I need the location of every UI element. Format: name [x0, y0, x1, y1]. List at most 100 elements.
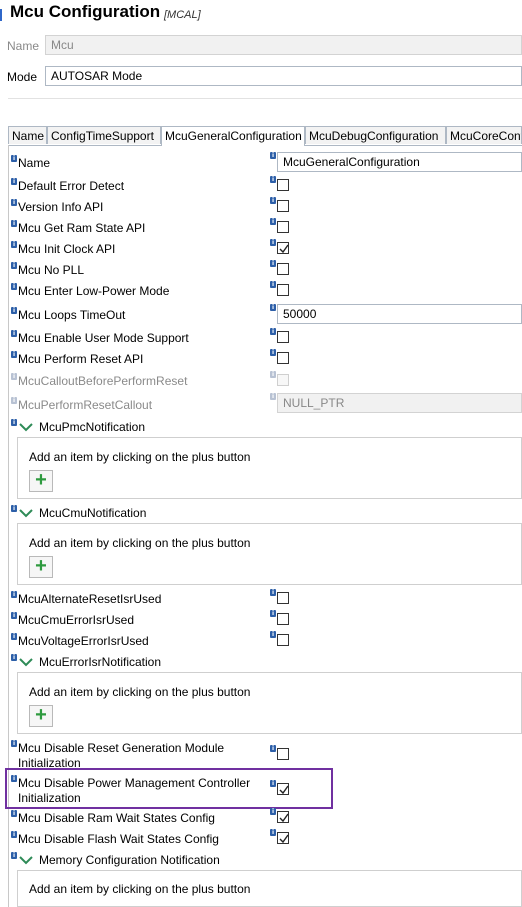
name-label: Name [7, 39, 40, 53]
title-marker [0, 9, 2, 21]
error-isr-notification-label: McuErrorIsrNotification [39, 655, 162, 669]
init-clock-api-checkbox[interactable] [277, 242, 289, 254]
info-icon[interactable]: i [11, 591, 17, 598]
info-icon[interactable]: i [11, 241, 17, 248]
checkmark-icon [279, 813, 289, 823]
info-icon: i [270, 371, 276, 378]
voltage-error-isr-used-checkbox[interactable] [277, 634, 289, 646]
chevron-down-icon[interactable] [19, 508, 33, 518]
cmu-notification-hint: Add an item by clicking on the plus butt… [29, 536, 251, 550]
version-info-api-checkbox[interactable] [277, 200, 289, 212]
info-icon[interactable]: i [270, 197, 276, 204]
info-icon[interactable]: i [270, 610, 276, 617]
info-icon[interactable]: i [11, 612, 17, 619]
form-name-field[interactable]: McuGeneralConfiguration [277, 152, 522, 172]
separator [8, 98, 522, 99]
cmu-error-isr-used-checkbox[interactable] [277, 613, 289, 625]
name-field: Mcu [45, 35, 522, 55]
form-name-label: Name [18, 156, 51, 170]
info-icon: i [270, 393, 276, 400]
info-icon[interactable]: i [11, 351, 17, 358]
enter-low-power-mode-checkbox[interactable] [277, 284, 289, 296]
disable-reset-generation-label-line1: Mcu Disable Reset Generation Module [18, 741, 225, 755]
info-icon: i [11, 397, 17, 404]
info-icon[interactable]: i [270, 349, 276, 356]
default-error-detect-label: Default Error Detect [18, 179, 125, 193]
get-ram-state-api-checkbox[interactable] [277, 221, 289, 233]
info-icon[interactable]: i [11, 283, 17, 290]
disable-flash-wait-states-checkbox[interactable] [277, 832, 289, 844]
default-error-detect-checkbox[interactable] [277, 179, 289, 191]
cmu-notification-label: McuCmuNotification [39, 506, 147, 520]
cmu-notification-add-button[interactable]: + [29, 556, 53, 578]
callout-before-perform-reset-label: McuCalloutBeforePerformReset [18, 374, 188, 388]
info-icon[interactable]: i [11, 633, 17, 640]
alternate-reset-isr-used-checkbox[interactable] [277, 592, 289, 604]
info-icon[interactable]: i [270, 218, 276, 225]
info-icon[interactable]: i [11, 199, 17, 206]
perform-reset-api-checkbox[interactable] [277, 352, 289, 364]
no-pll-checkbox[interactable] [277, 263, 289, 275]
info-icon[interactable]: i [11, 307, 17, 314]
info-icon[interactable]: i [270, 829, 276, 836]
info-icon[interactable]: i [11, 419, 17, 426]
alternate-reset-isr-used-label: McuAlternateResetIsrUsed [18, 592, 162, 606]
pmc-notification-hint: Add an item by clicking on the plus butt… [29, 450, 251, 464]
info-icon[interactable]: i [270, 808, 276, 815]
error-isr-notification-hint: Add an item by clicking on the plus butt… [29, 685, 251, 699]
enter-low-power-mode-label: Mcu Enter Low-Power Mode [18, 284, 170, 298]
error-isr-notification-add-button[interactable]: + [29, 705, 53, 727]
perform-reset-callout-label: McuPerformResetCallout [18, 398, 153, 412]
chevron-down-icon[interactable] [19, 422, 33, 432]
loops-timeout-field[interactable]: 50000 [277, 304, 522, 324]
info-icon[interactable]: i [11, 831, 17, 838]
info-icon[interactable]: i [11, 262, 17, 269]
info-icon[interactable]: i [11, 740, 17, 747]
info-icon[interactable]: i [11, 178, 17, 185]
info-icon[interactable]: i [270, 589, 276, 596]
info-icon[interactable]: i [270, 631, 276, 638]
checkmark-icon [279, 834, 289, 844]
info-icon[interactable]: i [11, 654, 17, 661]
get-ram-state-api-label: Mcu Get Ram State API [18, 221, 146, 235]
info-icon[interactable]: i [11, 505, 17, 512]
memory-configuration-notification-list: Add an item by clicking on the plus butt… [17, 870, 522, 907]
info-icon[interactable]: i [270, 281, 276, 288]
info-icon[interactable]: i [270, 304, 276, 311]
pmc-notification-list: Add an item by clicking on the plus butt… [17, 437, 522, 499]
callout-before-perform-reset-checkbox [277, 374, 289, 386]
info-icon[interactable]: i [11, 810, 17, 817]
tab-bar: Name ConfigTimeSupport McuGeneralConfigu… [8, 126, 522, 146]
cmu-notification-list: Add an item by clicking on the plus butt… [17, 523, 522, 585]
page-title: Mcu Configuration [10, 2, 161, 21]
error-isr-notification-list: Add an item by clicking on the plus butt… [17, 672, 522, 734]
info-icon[interactable]: i [270, 328, 276, 335]
info-icon[interactable]: i [270, 152, 276, 159]
info-icon[interactable]: i [11, 155, 17, 162]
version-info-api-label: Version Info API [18, 200, 104, 214]
tab-mcu-debug-configuration[interactable]: McuDebugConfiguration [305, 126, 446, 144]
chevron-down-icon[interactable] [19, 855, 33, 865]
tab-name[interactable]: Name [8, 126, 47, 144]
info-icon[interactable]: i [270, 176, 276, 183]
tab-mcu-general-configuration[interactable]: McuGeneralConfiguration [161, 126, 305, 146]
info-icon[interactable]: i [270, 745, 276, 752]
disable-ram-wait-states-checkbox[interactable] [277, 811, 289, 823]
pmc-notification-add-button[interactable]: + [29, 470, 53, 492]
info-icon[interactable]: i [270, 239, 276, 246]
disable-reset-generation-checkbox[interactable] [277, 748, 289, 760]
enable-user-mode-support-checkbox[interactable] [277, 331, 289, 343]
highlight-box [5, 768, 333, 809]
info-icon[interactable]: i [11, 220, 17, 227]
info-icon[interactable]: i [270, 260, 276, 267]
info-icon[interactable]: i [11, 852, 17, 859]
tab-config-time-support[interactable]: ConfigTimeSupport [47, 126, 161, 144]
mode-field[interactable]: AUTOSAR Mode [45, 66, 522, 86]
checkmark-icon [279, 244, 289, 254]
info-icon[interactable]: i [11, 330, 17, 337]
chevron-down-icon[interactable] [19, 657, 33, 667]
mode-label: Mode [7, 70, 38, 84]
tab-mcu-core-configuration[interactable]: McuCoreConfi [446, 126, 522, 144]
memory-configuration-notification-label: Memory Configuration Notification [39, 853, 220, 867]
perform-reset-api-label: Mcu Perform Reset API [18, 352, 144, 366]
